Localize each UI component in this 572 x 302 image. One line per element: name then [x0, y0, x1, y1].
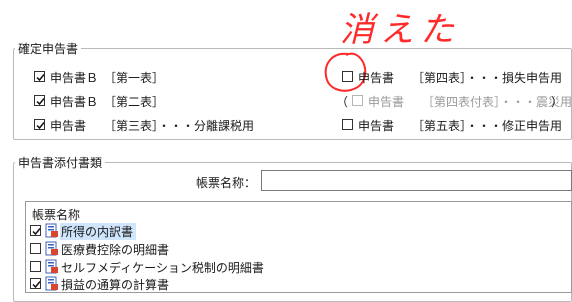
document-icon — [45, 276, 58, 291]
list-item[interactable]: 医療費控除の明細書 — [30, 241, 570, 257]
document-icon — [45, 259, 58, 274]
annotation-text: 消えた — [340, 10, 460, 50]
checkbox-sheet-4-appendix[interactable] — [352, 95, 363, 106]
list-header: 帳票名称 — [32, 208, 81, 222]
list-item[interactable]: 所得の内訳書 — [30, 223, 570, 240]
paren-open: （ — [336, 95, 349, 109]
list-item-checkbox[interactable] — [30, 261, 41, 272]
checkbox-sheet-1[interactable] — [34, 71, 45, 82]
label-sheet-5: 申告書 ［第五表］・・・修正申告用 — [358, 119, 563, 133]
checkbox-sheet-3[interactable] — [34, 119, 45, 130]
label-sheet-3: 申告書 ［第三表］・・・分離課税用 — [50, 119, 255, 133]
list-item-checkbox[interactable] — [30, 225, 41, 236]
label-sheet-1: 申告書Ｂ ［第一表］ — [50, 71, 165, 85]
attachments-group-title: 申告書添付書類 — [15, 154, 106, 171]
list-item-checkbox[interactable] — [30, 278, 41, 289]
list-item-label: 医療費控除の明細書 — [61, 243, 170, 257]
confirmed-group-title: 確定申告書 — [15, 40, 82, 57]
form-list[interactable]: 帳票名称 所得の内訳書 医療費控除の明細書 セルフメディケーション税制の明細書 … — [25, 201, 572, 293]
paren-close: ） — [551, 95, 564, 109]
list-item-label: セルフメディケーション税制の明細書 — [61, 261, 264, 275]
label-sheet-4-appendix: 申告書 ［第四表付表］・・・震災用 — [368, 95, 572, 109]
list-item[interactable]: 損益の通算の計算書 — [30, 276, 570, 292]
form-name-label: 帳票名称： — [196, 176, 257, 190]
document-icon — [45, 223, 58, 238]
form-name-field[interactable] — [261, 170, 572, 191]
list-item-checkbox[interactable] — [30, 243, 41, 254]
checkbox-sheet-2[interactable] — [34, 95, 45, 106]
list-item-label: 損益の通算の計算書 — [61, 278, 170, 292]
label-sheet-4: 申告書 ［第四表］・・・損失申告用 — [358, 71, 563, 85]
checkbox-sheet-4[interactable] — [342, 71, 353, 82]
document-icon — [45, 241, 58, 256]
list-item[interactable]: セルフメディケーション税制の明細書 — [30, 259, 570, 275]
checkbox-sheet-5[interactable] — [342, 119, 353, 130]
label-sheet-2: 申告書Ｂ ［第二表］ — [50, 95, 165, 109]
list-item-label: 所得の内訳書 — [60, 223, 137, 240]
